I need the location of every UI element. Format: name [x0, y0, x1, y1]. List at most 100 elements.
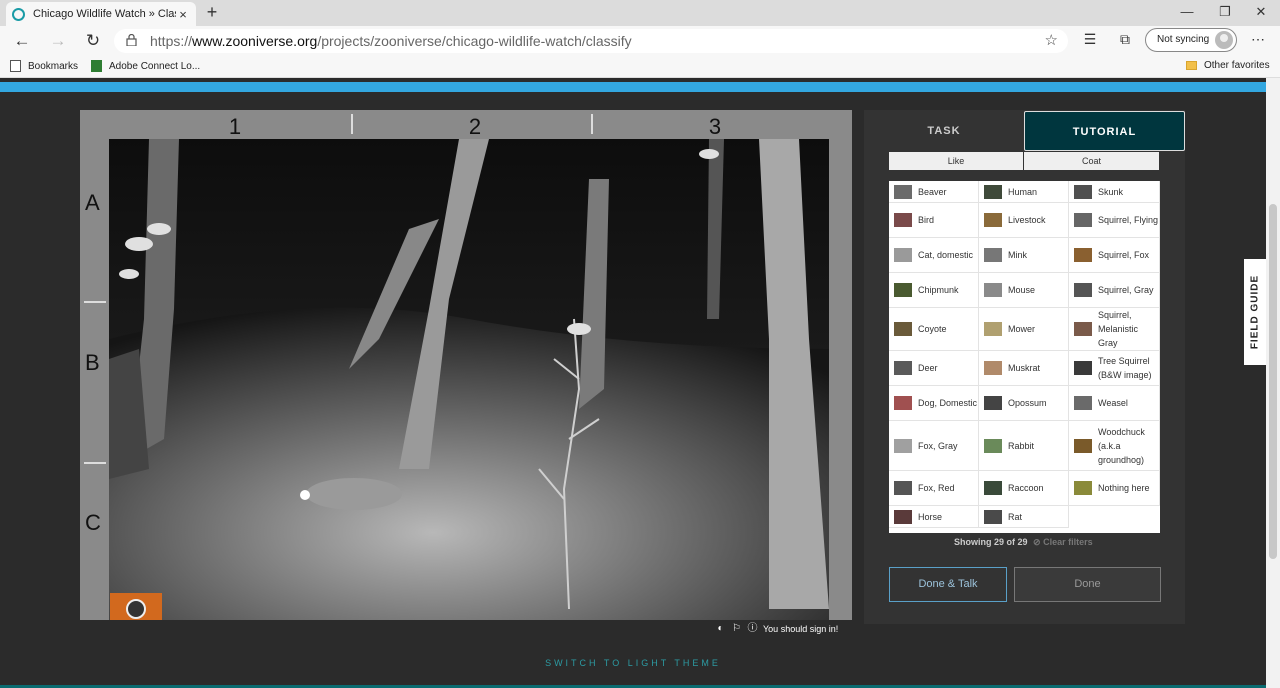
browser-tab[interactable]: Chicago Wildlife Watch » Classify ×: [6, 2, 196, 26]
browser-tabstrip: Chicago Wildlife Watch » Classify × + — …: [0, 0, 1280, 26]
species-thumbnail-icon: [894, 184, 912, 199]
species-choice[interactable]: Raccoon: [979, 471, 1069, 506]
more-options-icon[interactable]: ⋯: [1248, 31, 1268, 48]
species-thumbnail-icon: [894, 283, 912, 297]
new-tab-button[interactable]: +: [202, 2, 222, 23]
refresh-icon[interactable]: ↻: [82, 30, 104, 52]
species-label: Opossum: [1008, 398, 1047, 408]
species-thumbnail-icon: [984, 438, 1002, 453]
sign-in-prompt[interactable]: You should sign in!: [763, 624, 838, 634]
clear-filters-link[interactable]: ⊘ Clear filters: [1033, 537, 1093, 547]
species-choice[interactable]: Dog, Domestic: [889, 386, 979, 421]
species-choice[interactable]: Cat, domestic: [889, 238, 979, 273]
tab-task[interactable]: TASK: [864, 111, 1024, 151]
species-choice[interactable]: Coyote: [889, 308, 979, 351]
page-scrollbar[interactable]: [1266, 78, 1280, 688]
filter-like[interactable]: Like: [889, 152, 1023, 170]
species-choice[interactable]: Weasel: [1069, 386, 1160, 421]
species-label: Fox, Red: [918, 483, 955, 493]
species-label: Nothing here: [1098, 483, 1150, 493]
species-thumbnail-icon: [984, 481, 1002, 495]
species-choice[interactable]: Nothing here: [1069, 471, 1160, 506]
close-window-button[interactable]: ✕: [1246, 2, 1276, 22]
flag-icon[interactable]: ⚐: [731, 623, 742, 634]
species-choice[interactable]: Bird: [889, 203, 979, 238]
grid-row-label: A: [85, 190, 100, 215]
species-thumbnail-icon: [984, 322, 1002, 336]
bookmark-adobe-connect[interactable]: Adobe Connect Lo...: [91, 60, 200, 72]
lock-icon: [126, 34, 137, 46]
species-label: Rat: [1008, 511, 1023, 522]
grid-column-label: 2: [468, 114, 482, 139]
camera-trap-image[interactable]: [109, 139, 829, 620]
species-thumbnail-icon: [894, 213, 912, 227]
species-choice[interactable]: Fox, Gray: [889, 421, 979, 471]
filter-coat[interactable]: Coat: [1024, 152, 1159, 170]
species-thumbnail-icon: [1074, 213, 1092, 227]
grid-row-label: C: [85, 510, 101, 535]
species-choice[interactable]: Woodchuck (a.k.a groundhog): [1069, 421, 1160, 471]
done-button[interactable]: Done: [1014, 567, 1161, 602]
address-bar[interactable]: https://www.zooniverse.org/projects/zoon…: [114, 29, 1068, 53]
species-thumbnail-icon: [984, 248, 1002, 262]
species-choice[interactable]: Squirrel, Fox: [1069, 238, 1160, 273]
species-label: Mink: [1008, 250, 1028, 260]
species-choice[interactable]: Squirrel, Melanistic Gray: [1069, 308, 1160, 351]
species-label: Human: [1008, 186, 1038, 197]
species-label: Rabbit: [1008, 440, 1035, 451]
field-guide-tab[interactable]: FIELD GUIDE: [1244, 259, 1266, 365]
invert-contrast-icon[interactable]: ◐: [715, 623, 726, 634]
species-choice[interactable]: Mink: [979, 238, 1069, 273]
profile-sync-button[interactable]: Not syncing: [1145, 28, 1237, 52]
switch-theme-link[interactable]: SWITCH TO LIGHT THEME: [0, 658, 1266, 668]
scroll-thumb[interactable]: [1269, 204, 1277, 559]
species-thumbnail-icon: [1074, 322, 1092, 336]
maximize-button[interactable]: ❐: [1210, 2, 1240, 22]
bookmark-bookmarks[interactable]: Bookmarks: [10, 60, 78, 72]
species-choice[interactable]: Human: [979, 181, 1069, 203]
species-choice[interactable]: Rat: [979, 506, 1069, 528]
done-and-talk-button[interactable]: Done & Talk: [889, 567, 1007, 602]
species-choice[interactable]: Deer: [889, 351, 979, 386]
species-choice[interactable]: Opossum: [979, 386, 1069, 421]
favorite-star-icon[interactable]: ☆: [1045, 31, 1058, 49]
species-choice[interactable]: Fox, Red: [889, 471, 979, 506]
site-top-bar: [0, 82, 1266, 92]
species-choice[interactable]: Muskrat: [979, 351, 1069, 386]
back-arrow-icon[interactable]: ←: [11, 30, 33, 52]
grid-column-label: 1: [228, 114, 242, 139]
species-choice[interactable]: Tree Squirrel (B&W image): [1069, 351, 1160, 386]
species-choice[interactable]: Chipmunk: [889, 273, 979, 308]
species-thumbnail-icon: [1074, 361, 1092, 375]
species-choice[interactable]: Mouse: [979, 273, 1069, 308]
species-choice[interactable]: Livestock: [979, 203, 1069, 238]
grid-divider: [591, 114, 593, 134]
tab-tutorial[interactable]: TUTORIAL: [1024, 111, 1185, 151]
other-favorites[interactable]: Other favorites: [1186, 60, 1270, 71]
species-thumbnail-icon: [894, 438, 912, 453]
species-choice[interactable]: Horse: [889, 506, 979, 528]
adobe-connect-icon: [91, 60, 102, 72]
species-label: Muskrat: [1008, 363, 1041, 373]
grid-divider: [84, 462, 106, 464]
species-choice[interactable]: Beaver: [889, 181, 979, 203]
species-label: Chipmunk: [918, 285, 959, 295]
grid-divider: [84, 301, 106, 303]
species-choice[interactable]: Mower: [979, 308, 1069, 351]
species-choice[interactable]: Rabbit: [979, 421, 1069, 471]
species-choice-grid: Beaver Human Skunk Bird Livestock Squirrel, F…: [889, 181, 1160, 533]
species-label: Mower: [1008, 324, 1036, 334]
tab-close-icon[interactable]: ×: [176, 7, 190, 22]
species-label: Tree Squirrel (B&W image): [1098, 356, 1152, 380]
favorites-list-icon[interactable]: ☰: [1080, 31, 1100, 48]
species-choice[interactable]: Squirrel, Flying: [1069, 203, 1160, 238]
species-choice[interactable]: Skunk: [1069, 181, 1160, 203]
forward-arrow-icon[interactable]: →: [47, 30, 69, 52]
species-choice[interactable]: Squirrel, Gray: [1069, 273, 1160, 308]
minimize-button[interactable]: —: [1172, 2, 1202, 22]
classify-page: 1 2 3 A B C ◐ ⚐ ⓘ You should sign in! TA…: [0, 92, 1266, 688]
species-label: Coyote: [918, 324, 947, 334]
task-panel: TASK TUTORIAL Like Coat Beaver Human Skunk…: [864, 110, 1185, 624]
info-icon[interactable]: ⓘ: [747, 623, 758, 634]
collections-icon[interactable]: ⧉: [1115, 31, 1135, 48]
